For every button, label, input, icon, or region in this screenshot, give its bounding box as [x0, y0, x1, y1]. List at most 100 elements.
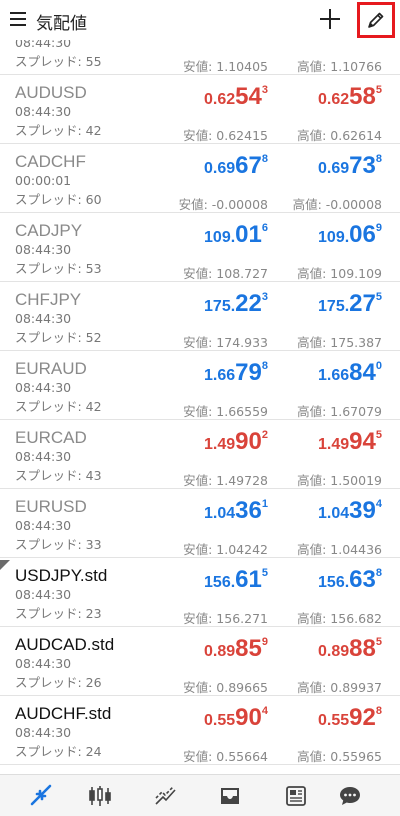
ask-price[interactable]: 0.69738	[318, 152, 382, 180]
ask-price-pips: 27	[349, 290, 376, 317]
ask-price-fraction: 8	[375, 705, 382, 717]
ask-price[interactable]: 156.638	[318, 566, 382, 594]
symbol-name: AUDUSD	[15, 83, 87, 102]
quote-row[interactable]: AUDCHF.std 08:44:30 スプレッド: 24 0.55904 0.5592…	[0, 698, 400, 765]
nav-chart[interactable]	[86, 783, 114, 809]
ask-price-pips: 92	[349, 704, 376, 731]
candlestick-chart-icon	[89, 786, 111, 806]
quotes-list[interactable]: AUDNZD08:44:30スプレッド: 551.106011.10661安値:…	[0, 40, 400, 774]
ask-price-fraction: 5	[375, 84, 382, 96]
bid-price-prefix: 1.49	[204, 436, 236, 453]
bid-price-pips: 61	[235, 566, 262, 593]
quote-row[interactable]: USDJPY.std 08:44:30 スプレッド: 23 156.615 156.63…	[0, 560, 400, 627]
ask-price[interactable]: 0.62585	[318, 83, 382, 111]
quote-row[interactable]: EURCAD 08:44:30 スプレッド: 43 1.49902 1.49945 安値:…	[0, 422, 400, 489]
quote-row[interactable]: AUDCAD.std 08:44:30 スプレッド: 26 0.89859 0.8988…	[0, 629, 400, 696]
bid-price-prefix: 1.66	[204, 367, 236, 384]
low-price: 安値: 1.66559	[183, 404, 268, 419]
bid-price[interactable]: 1.66798	[204, 359, 268, 387]
symbol-name: AUDCHF.std	[15, 704, 112, 723]
symbol-name: CADCHF	[15, 152, 86, 171]
ask-price-prefix: 0.62	[318, 91, 350, 108]
quote-time: 08:44:30	[15, 40, 72, 50]
spread-value: スプレッド: 33	[15, 537, 102, 552]
spread-value: スプレッド: 42	[15, 123, 102, 138]
bid-price-prefix: 175.	[204, 298, 236, 315]
bid-price-fraction: 3	[261, 291, 268, 303]
nav-history[interactable]	[216, 783, 244, 809]
hamburger-icon[interactable]	[10, 12, 26, 26]
bid-price[interactable]: 0.69678	[204, 152, 268, 180]
bid-price-fraction: 2	[261, 429, 268, 441]
spread-value: スプレッド: 23	[15, 606, 102, 621]
bid-price[interactable]: 1.10601	[204, 40, 268, 42]
spread-value: スプレッド: 26	[15, 675, 102, 690]
high-price: 高値: -0.00008	[292, 197, 382, 212]
ask-price-pips: 39	[349, 497, 376, 524]
bid-price-prefix: 1.04	[204, 505, 236, 522]
ask-price[interactable]: 0.89885	[318, 635, 382, 663]
ask-price[interactable]: 1.66840	[318, 359, 382, 387]
nav-news[interactable]	[282, 783, 310, 809]
trade-trend-icon	[155, 786, 176, 805]
bid-price-fraction: 5	[261, 567, 268, 579]
high-price: 高値: 1.67079	[297, 404, 382, 419]
quote-row[interactable]: CHFJPY 08:44:30 スプレッド: 52 175.223 175.275 安値:…	[0, 284, 400, 351]
bid-price-pips: 22	[235, 290, 262, 317]
bid-price-fraction: 8	[261, 360, 268, 372]
quote-row[interactable]: AUDNZD08:44:30スプレッド: 551.106011.10661安値:…	[0, 40, 400, 75]
high-price: 高値: 1.10766	[297, 59, 382, 74]
app-header: 気配値	[0, 0, 400, 40]
ask-price-fraction: 8	[375, 153, 382, 165]
quote-row[interactable]: CADJPY 08:44:30 スプレッド: 53 109.016 109.069 安値:…	[0, 215, 400, 282]
ask-price[interactable]: 1.04394	[318, 497, 382, 525]
ask-price[interactable]: 1.10661	[318, 40, 382, 42]
bid-price[interactable]: 0.89859	[204, 635, 268, 663]
bid-price[interactable]: 156.615	[204, 566, 268, 594]
ask-price-pips: 63	[349, 566, 376, 593]
spread-value: スプレッド: 43	[15, 468, 102, 483]
quote-time: 08:44:30	[15, 449, 72, 464]
bid-price-pips: 90	[235, 428, 262, 455]
ask-price-prefix: 1.49	[318, 436, 350, 453]
nav-chat[interactable]	[336, 783, 364, 809]
quote-time: 08:44:30	[15, 380, 72, 395]
add-symbol-button[interactable]	[317, 6, 343, 32]
ask-price[interactable]: 1.49945	[318, 428, 382, 456]
low-price: 安値: 0.55664	[183, 749, 268, 764]
ask-price[interactable]: 0.55928	[318, 704, 382, 732]
ask-price[interactable]: 175.275	[318, 290, 382, 318]
high-price: 高値: 1.04436	[297, 542, 382, 557]
quote-row[interactable]: AUDUSD 08:44:30 スプレッド: 42 0.62543 0.62585 安値:…	[0, 77, 400, 144]
bid-price-pips: 85	[235, 635, 262, 662]
bid-price-pips: 60	[235, 40, 262, 41]
quote-time: 08:44:30	[15, 242, 72, 257]
bid-price-fraction: 6	[261, 222, 268, 234]
ask-price-fraction: 9	[375, 222, 382, 234]
bid-price-pips: 01	[235, 221, 262, 248]
quote-row[interactable]: EURUSD 08:44:30 スプレッド: 33 1.04361 1.04394 安値:…	[0, 491, 400, 558]
bid-price-fraction: 4	[261, 705, 268, 717]
bid-price[interactable]: 0.55904	[204, 704, 268, 732]
nav-quotes[interactable]	[26, 783, 54, 809]
edit-button[interactable]	[357, 2, 395, 38]
ask-price[interactable]: 109.069	[318, 221, 382, 249]
spread-value: スプレッド: 24	[15, 744, 102, 759]
bid-price[interactable]: 0.62543	[204, 83, 268, 111]
bid-price[interactable]: 175.223	[204, 290, 268, 318]
ask-price-prefix: 1.66	[318, 367, 350, 384]
nav-trade[interactable]	[152, 783, 180, 809]
bid-price[interactable]: 1.04361	[204, 497, 268, 525]
bid-price-pips: 36	[235, 497, 262, 524]
symbol-name: EURAUD	[15, 359, 87, 378]
symbol-name: EURUSD	[15, 497, 87, 516]
high-price: 高値: 0.55965	[297, 749, 382, 764]
quote-row[interactable]: CADCHF 00:00:01 スプレッド: 60 0.69678 0.69738 安値:…	[0, 146, 400, 213]
high-price: 高値: 1.50019	[297, 473, 382, 488]
ask-price-prefix: 1.04	[318, 505, 350, 522]
bid-price[interactable]: 109.016	[204, 221, 268, 249]
quote-row[interactable]: EURAUD 08:44:30 スプレッド: 42 1.66798 1.66840 安値:…	[0, 353, 400, 420]
quote-time: 08:44:30	[15, 725, 72, 740]
bid-price-prefix: 109.	[204, 229, 236, 246]
bid-price[interactable]: 1.49902	[204, 428, 268, 456]
